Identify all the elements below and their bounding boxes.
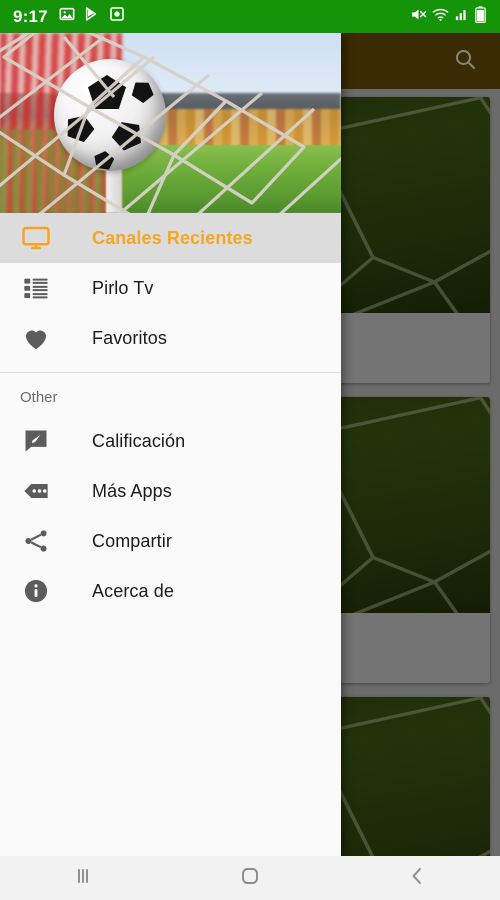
header-net-pattern-icon (0, 33, 341, 213)
share-icon (18, 523, 54, 559)
info-icon (18, 573, 54, 609)
sidebar-item-label: Pirlo Tv (92, 277, 154, 298)
sidebar-item-label: Compartir (92, 530, 172, 551)
cellular-signal-icon (454, 7, 469, 27)
more-apps-icon (18, 473, 54, 509)
sidebar-item-calificacion[interactable]: Calificación (0, 416, 341, 466)
heart-icon (18, 320, 54, 356)
status-bar: 9:17 (0, 0, 500, 33)
list-icon (18, 270, 54, 306)
sidebar-item-mas-apps[interactable]: Más Apps (0, 466, 341, 516)
play-store-icon (84, 6, 100, 27)
navigation-drawer: Canales Recientes Pirlo Tv Favoritos Oth… (0, 33, 341, 856)
sidebar-item-compartir[interactable]: Compartir (0, 516, 341, 566)
system-navigation-bar (0, 856, 500, 900)
sidebar-item-favoritos[interactable]: Favoritos (0, 313, 341, 363)
home-icon (238, 864, 262, 893)
sidebar-item-pirlo-tv[interactable]: Pirlo Tv (0, 263, 341, 313)
status-bar-clock: 9:17 (13, 6, 48, 26)
battery-icon (474, 5, 487, 28)
sidebar-item-label: Calificación (92, 430, 186, 451)
status-bar-left-icons (59, 6, 125, 27)
phone-screen: 9:17 Canales Recientes Pirlo Tv Favorito… (0, 0, 500, 900)
recents-button[interactable] (0, 856, 167, 900)
recents-icon (71, 864, 95, 893)
rate-review-icon (18, 423, 54, 459)
sidebar-item-label: Favoritos (92, 327, 167, 348)
drawer-menu: Canales Recientes Pirlo Tv Favoritos Oth… (0, 213, 341, 856)
tv-icon (18, 220, 54, 256)
gallery-icon (59, 6, 75, 27)
home-button[interactable] (167, 856, 334, 900)
sidebar-item-label: Más Apps (92, 480, 172, 501)
back-button[interactable] (333, 856, 500, 900)
mute-icon (410, 6, 427, 28)
back-icon (405, 864, 429, 893)
camera-icon (109, 6, 125, 27)
sidebar-item-acerca-de[interactable]: Acerca de (0, 566, 341, 616)
drawer-section-title: Other (20, 389, 58, 406)
sidebar-item-label: Canales Recientes (92, 227, 253, 248)
drawer-header-image (0, 33, 341, 213)
sidebar-item-label: Acerca de (92, 580, 174, 601)
wifi-icon (432, 6, 449, 28)
status-bar-right-icons (410, 5, 487, 28)
sidebar-item-canales-recientes[interactable]: Canales Recientes (0, 213, 341, 263)
